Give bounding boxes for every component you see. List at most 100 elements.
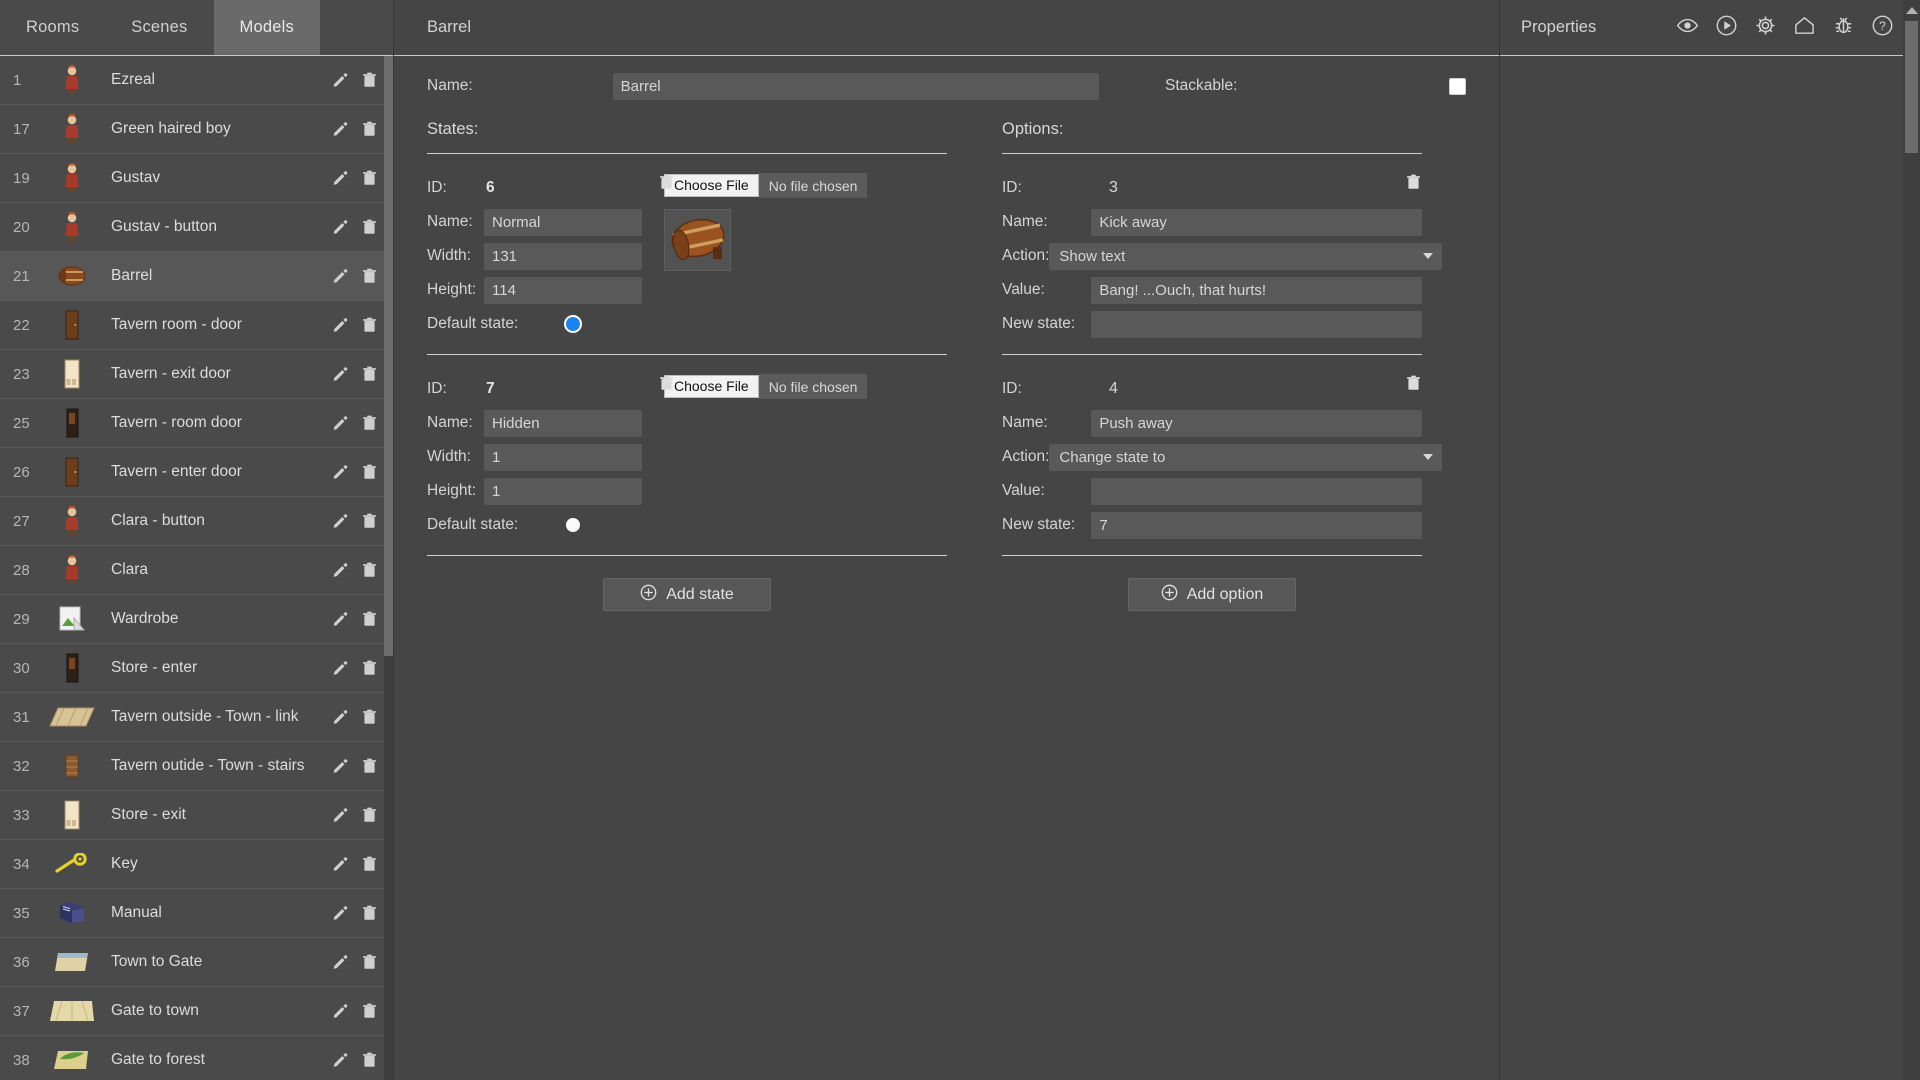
trash-icon[interactable] [361, 169, 378, 187]
trash-icon[interactable] [361, 1002, 378, 1020]
pencil-icon[interactable] [332, 414, 349, 432]
trash-icon[interactable] [361, 414, 378, 432]
model-list-item[interactable]: 26 Tavern - enter door [0, 448, 393, 497]
model-name-input[interactable] [612, 72, 1099, 100]
trash-icon[interactable] [361, 659, 378, 677]
trash-icon[interactable] [361, 855, 378, 873]
pencil-icon[interactable] [332, 1051, 349, 1069]
scroll-up-arrow-icon[interactable] [1905, 7, 1918, 14]
trash-icon[interactable] [361, 1051, 378, 1069]
model-list-item[interactable]: 37 Gate to town [0, 987, 393, 1036]
pencil-icon[interactable] [332, 169, 349, 187]
choose-file-button[interactable]: Choose File [664, 174, 759, 197]
option-value-input[interactable] [1091, 276, 1422, 304]
tab-rooms[interactable]: Rooms [0, 0, 105, 55]
model-list-item[interactable]: 27 Clara - button [0, 497, 393, 546]
trash-icon[interactable] [361, 757, 378, 775]
model-list-item[interactable]: 22 Tavern room - door [0, 301, 393, 350]
pencil-icon[interactable] [332, 316, 349, 334]
gear-icon[interactable] [1754, 14, 1777, 42]
pencil-icon[interactable] [332, 806, 349, 824]
tab-scenes[interactable]: Scenes [105, 0, 213, 55]
trash-icon[interactable] [361, 267, 378, 285]
pencil-icon[interactable] [332, 365, 349, 383]
model-list-item[interactable]: 21 Barrel [0, 252, 393, 301]
model-list-item[interactable]: 31 Tavern outside - Town - link [0, 693, 393, 742]
pencil-icon[interactable] [332, 512, 349, 530]
pencil-icon[interactable] [332, 71, 349, 89]
option-newstate-input[interactable] [1091, 310, 1422, 338]
pencil-icon[interactable] [332, 855, 349, 873]
pencil-icon[interactable] [332, 953, 349, 971]
state-width-input[interactable] [484, 443, 642, 471]
model-list-item[interactable]: 34 Key [0, 840, 393, 889]
option-action-select[interactable]: Show textChange state to [1049, 242, 1443, 270]
model-list-item[interactable]: 33 Store - exit [0, 791, 393, 840]
option-name-input[interactable] [1091, 208, 1422, 236]
pencil-icon[interactable] [332, 904, 349, 922]
option-name-input[interactable] [1091, 409, 1422, 437]
help-icon[interactable]: ? [1871, 14, 1894, 42]
trash-icon[interactable] [361, 120, 378, 138]
delete-option-icon[interactable] [1405, 173, 1422, 191]
tab-models[interactable]: Models [213, 0, 320, 55]
state-width-input[interactable] [484, 242, 642, 270]
option-action-select[interactable]: Show textChange state to [1049, 443, 1443, 471]
trash-icon[interactable] [361, 708, 378, 726]
trash-icon[interactable] [361, 71, 378, 89]
default-state-radio[interactable] [566, 518, 581, 532]
pencil-icon[interactable] [332, 1002, 349, 1020]
model-list-item[interactable]: 36 Town to Gate [0, 938, 393, 987]
model-list-item[interactable]: 17 Green haired boy [0, 105, 393, 154]
properties-scrollbar-thumb[interactable] [1905, 21, 1918, 153]
add-state-button[interactable]: Add state [603, 578, 771, 611]
trash-icon[interactable] [361, 316, 378, 334]
pencil-icon[interactable] [332, 218, 349, 236]
pencil-icon[interactable] [332, 561, 349, 579]
model-list-item[interactable]: 23 Tavern - exit door [0, 350, 393, 399]
choose-file-button[interactable]: Choose File [664, 375, 759, 398]
bug-icon[interactable] [1832, 14, 1855, 42]
pencil-icon[interactable] [332, 610, 349, 628]
option-newstate-input[interactable] [1091, 511, 1422, 539]
delete-state-icon[interactable] [658, 173, 675, 191]
add-option-button[interactable]: Add option [1128, 578, 1296, 611]
pencil-icon[interactable] [332, 267, 349, 285]
default-state-radio[interactable] [566, 317, 581, 331]
model-list-item[interactable]: 30 Store - enter [0, 644, 393, 693]
model-list-item[interactable]: 35 Manual [0, 889, 393, 938]
eye-icon[interactable] [1676, 14, 1699, 42]
stackable-checkbox[interactable] [1449, 77, 1466, 95]
properties-scrollbar[interactable] [1903, 0, 1920, 1080]
trash-icon[interactable] [361, 806, 378, 824]
option-value-input[interactable] [1091, 477, 1422, 505]
trash-icon[interactable] [361, 904, 378, 922]
model-list-item[interactable]: 29 Wardrobe [0, 595, 393, 644]
pencil-icon[interactable] [332, 757, 349, 775]
model-list[interactable]: 1 Ezreal 17 Green haired boy 19 Gustav 20 Gusta… [0, 56, 393, 1080]
trash-icon[interactable] [361, 953, 378, 971]
state-height-input[interactable] [484, 276, 642, 304]
state-name-input[interactable] [484, 208, 642, 236]
state-name-input[interactable] [484, 409, 642, 437]
model-list-item[interactable]: 25 Tavern - room door [0, 399, 393, 448]
pencil-icon[interactable] [332, 120, 349, 138]
trash-icon[interactable] [361, 561, 378, 579]
state-height-input[interactable] [484, 477, 642, 505]
pencil-icon[interactable] [332, 463, 349, 481]
delete-state-icon[interactable] [658, 374, 675, 392]
trash-icon[interactable] [361, 365, 378, 383]
state-file-input[interactable]: Choose File No file chosen [664, 374, 868, 399]
trash-icon[interactable] [361, 463, 378, 481]
home-icon[interactable] [1793, 14, 1816, 42]
trash-icon[interactable] [361, 512, 378, 530]
delete-option-icon[interactable] [1405, 374, 1422, 392]
model-list-item[interactable]: 38 Gate to forest [0, 1036, 393, 1080]
model-list-item[interactable]: 20 Gustav - button [0, 203, 393, 252]
trash-icon[interactable] [361, 218, 378, 236]
model-list-item[interactable]: 19 Gustav [0, 154, 393, 203]
trash-icon[interactable] [361, 610, 378, 628]
pencil-icon[interactable] [332, 708, 349, 726]
sidebar-scrollbar[interactable] [384, 56, 393, 1080]
sidebar-scrollbar-thumb[interactable] [384, 56, 393, 656]
